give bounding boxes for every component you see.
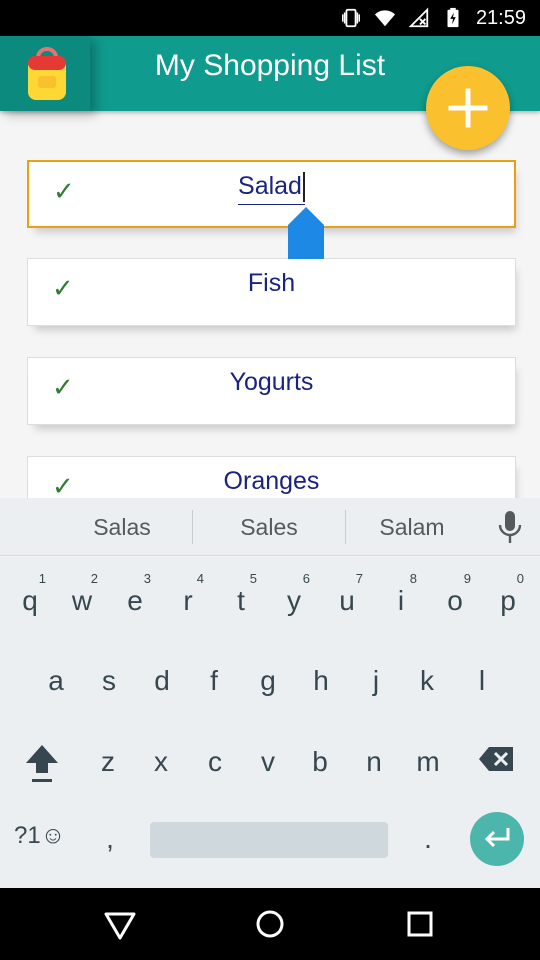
key-l[interactable]: l <box>470 665 494 697</box>
app-logo-container <box>0 36 90 111</box>
suggestion-divider <box>192 510 193 544</box>
key-n[interactable]: n <box>362 746 386 778</box>
key-x[interactable]: x <box>149 746 173 778</box>
key-j[interactable]: j <box>364 665 388 697</box>
key-b[interactable]: b <box>308 746 332 778</box>
text-caret <box>302 172 305 203</box>
vibrate-icon <box>341 8 360 28</box>
app-title: My Shopping List <box>154 49 386 82</box>
list-item[interactable]: ✓ Yogurts <box>27 357 516 425</box>
space-bar[interactable] <box>150 822 388 858</box>
suggestion-1[interactable]: Salas <box>52 498 192 556</box>
comma-key[interactable]: , <box>100 823 120 855</box>
item-label: Fish <box>247 269 296 297</box>
home-icon[interactable] <box>252 906 288 942</box>
suggestion-3[interactable]: Salam <box>346 498 478 556</box>
item-label: Oranges <box>223 467 320 495</box>
backspace-icon[interactable] <box>477 745 515 773</box>
key-d[interactable]: d <box>150 665 174 697</box>
recents-icon[interactable] <box>402 906 438 942</box>
key-z[interactable]: z <box>96 746 120 778</box>
microphone-icon[interactable] <box>497 510 523 544</box>
no-signal-icon <box>408 7 429 28</box>
key-a[interactable]: a <box>44 665 68 697</box>
key-h[interactable]: h <box>309 665 333 697</box>
item-label: Yogurts <box>229 368 314 396</box>
key-o[interactable]: o9 <box>443 571 471 617</box>
suggestion-2[interactable]: Sales <box>194 498 344 556</box>
status-bar: 21:59 <box>0 0 540 36</box>
period-key[interactable]: . <box>418 823 438 855</box>
key-m[interactable]: m <box>411 746 445 778</box>
status-time: 21:59 <box>475 6 526 29</box>
wifi-icon <box>374 10 396 27</box>
key-g[interactable]: g <box>256 665 280 697</box>
key-s[interactable]: s <box>97 665 121 697</box>
key-q[interactable]: q1 <box>18 571 46 617</box>
list-item[interactable]: ✓ Salad <box>27 160 516 228</box>
item-edit-field[interactable]: Salad <box>238 172 305 206</box>
back-icon[interactable] <box>102 906 138 942</box>
key-v[interactable]: v <box>256 746 280 778</box>
suggestion-strip: Salas Sales Salam <box>0 498 540 556</box>
shopping-list: ✓ Salad ✓ Fish ✓ Yogurts ✓ Oranges <box>0 111 540 498</box>
list-item[interactable]: ✓ Fish <box>27 258 516 326</box>
status-icons: 21:59 <box>340 0 526 36</box>
key-e[interactable]: e3 <box>123 571 151 617</box>
text-cursor-handle[interactable] <box>286 205 326 263</box>
key-p[interactable]: p0 <box>496 571 524 617</box>
item-label: Salad <box>29 172 514 206</box>
battery-charging-icon <box>447 7 459 28</box>
key-r[interactable]: r4 <box>176 571 204 617</box>
key-t[interactable]: t5 <box>229 571 257 617</box>
keyboard: q1 w2 e3 r4 t5 y6 u7 i8 o9 p0 a s d f g … <box>0 557 540 888</box>
enter-icon <box>484 828 510 848</box>
key-k[interactable]: k <box>415 665 439 697</box>
shopping-bag-icon <box>28 47 66 100</box>
enter-button[interactable] <box>470 812 524 866</box>
key-c[interactable]: c <box>203 746 227 778</box>
shift-icon[interactable] <box>24 743 60 783</box>
key-f[interactable]: f <box>202 665 226 697</box>
key-w[interactable]: w2 <box>70 571 98 617</box>
symbols-key[interactable]: ?1☺ <box>14 822 65 850</box>
key-y[interactable]: y6 <box>282 571 310 617</box>
list-item[interactable]: ✓ Oranges <box>27 456 516 498</box>
key-i[interactable]: i8 <box>389 571 417 617</box>
navigation-bar <box>0 888 540 960</box>
key-u[interactable]: u7 <box>335 571 363 617</box>
